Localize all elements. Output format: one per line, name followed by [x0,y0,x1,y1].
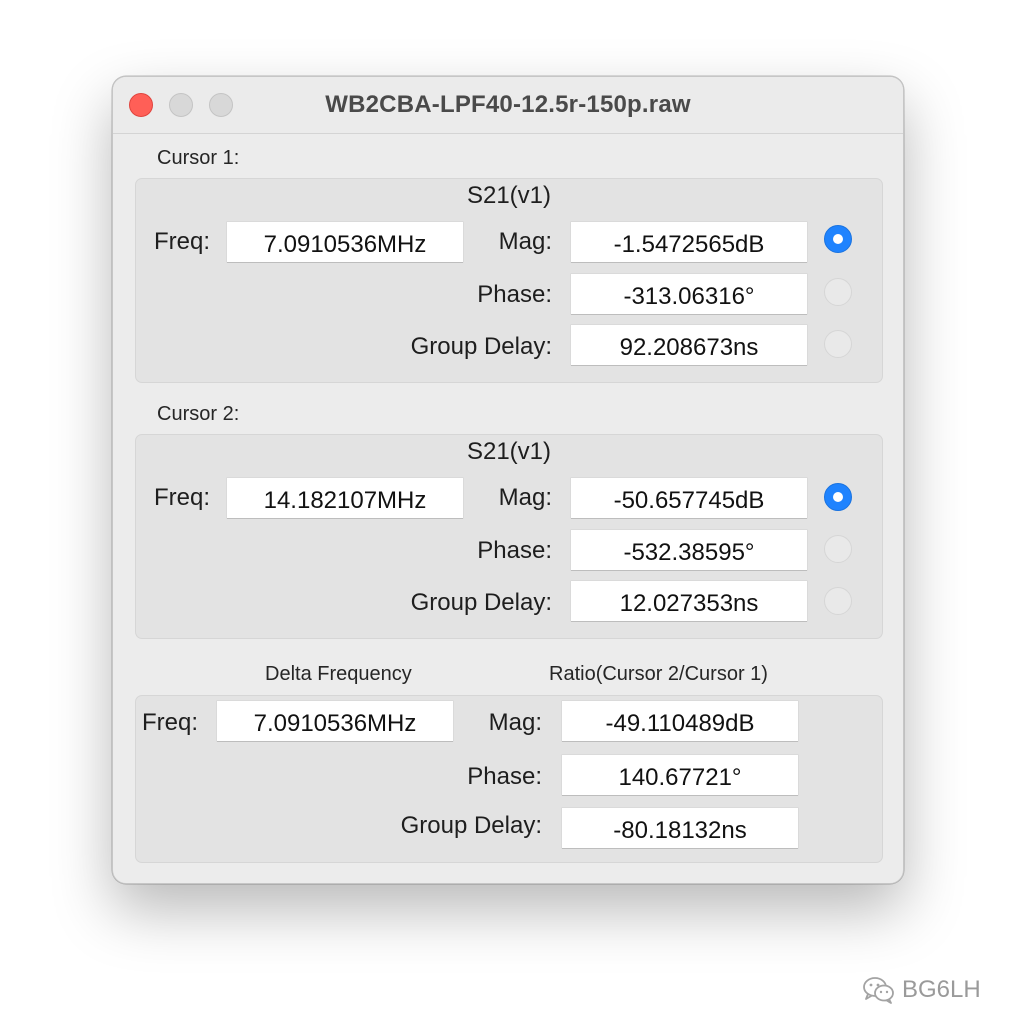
cursor1-freq-field[interactable]: 7.0910536MHz [227,222,463,262]
cursor1-mag-field[interactable]: -1.5472565dB [571,222,807,262]
cursor1-group-delay-field[interactable]: 92.208673ns [571,325,807,365]
ratio-mag-field[interactable]: -49.110489dB [562,701,798,741]
cursor1-phase-label: Phase: [477,281,552,308]
cursor1-phase-radio[interactable] [824,278,852,306]
cursor-values-window: WB2CBA-LPF40-12.5r-150p.raw Cursor 1: S2… [112,76,904,884]
close-button[interactable] [129,93,153,117]
wechat-icon [862,976,896,1004]
cursor2-section-label: Cursor 2: [157,403,240,425]
cursor2-mag-field[interactable]: -50.657745dB [571,478,807,518]
ratio-group-delay-label: Group Delay: [400,812,542,839]
cursor1-trace-name: S21(v1) [466,182,552,209]
delta-frequency-label: Delta Frequency [265,663,412,685]
cursor2-phase-label: Phase: [477,537,552,564]
ratio-phase-field[interactable]: 140.67721° [562,755,798,795]
cursor2-group-delay-field[interactable]: 12.027353ns [571,581,807,621]
cursor2-phase-radio[interactable] [824,535,852,563]
cursor1-phase-field[interactable]: -313.06316° [571,274,807,314]
cursor1-freq-label: Freq: [153,228,210,255]
cursor2-freq-field[interactable]: 14.182107MHz [227,478,463,518]
cursor1-mag-radio[interactable] [824,225,852,253]
cursor2-freq-label: Freq: [153,484,210,511]
cursor2-phase-field[interactable]: -532.38595° [571,530,807,570]
cursor2-group-delay-radio[interactable] [824,587,852,615]
cursor1-group-delay-radio[interactable] [824,330,852,358]
title-bar[interactable]: WB2CBA-LPF40-12.5r-150p.raw [113,77,903,134]
delta-freq-field[interactable]: 7.0910536MHz [217,701,453,741]
cursor2-group-delay-label: Group Delay: [410,589,552,616]
cursor2-trace-name: S21(v1) [466,438,552,465]
ratio-label: Ratio(Cursor 2/Cursor 1) [549,663,768,685]
cursor1-mag-label: Mag: [498,228,552,255]
ratio-mag-label: Mag: [488,709,542,736]
delta-freq-label: Freq: [141,709,198,736]
cursor2-mag-radio[interactable] [824,483,852,511]
window-title: WB2CBA-LPF40-12.5r-150p.raw [325,91,691,118]
cursor1-section-label: Cursor 1: [157,147,240,169]
minimize-button[interactable] [169,93,193,117]
ratio-phase-label: Phase: [467,763,542,790]
zoom-button[interactable] [209,93,233,117]
cursor2-group: S21(v1) Freq: 14.182107MHz Mag: -50.6577… [135,434,883,639]
delta-group: Freq: 7.0910536MHz Mag: -49.110489dB Pha… [135,695,883,863]
cursor1-group-delay-label: Group Delay: [410,333,552,360]
watermark: BG6LH [862,974,981,1006]
cursor1-group: S21(v1) Freq: 7.0910536MHz Mag: -1.54725… [135,178,883,383]
ratio-group-delay-field[interactable]: -80.18132ns [562,808,798,848]
watermark-text: BG6LH [902,976,981,1003]
cursor2-mag-label: Mag: [498,484,552,511]
